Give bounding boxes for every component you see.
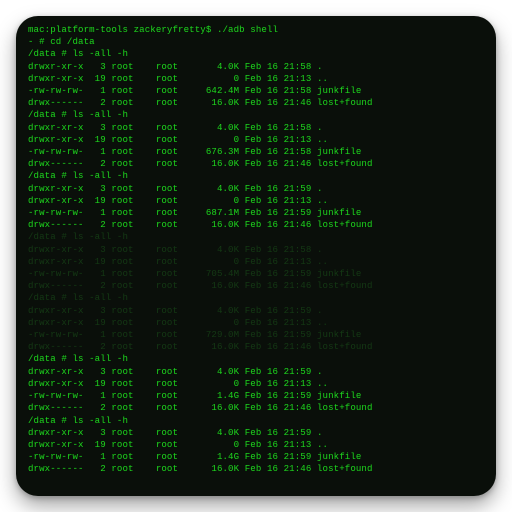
terminal-line: -rw-rw-rw- 1 root root 705.4M Feb 16 21:… <box>28 268 484 280</box>
terminal-line: drwx------ 2 root root 16.0K Feb 16 21:4… <box>28 280 484 292</box>
terminal-line: /data # ls -all -h <box>28 170 484 182</box>
terminal-line: drwx------ 2 root root 16.0K Feb 16 21:4… <box>28 97 484 109</box>
terminal-line: drwxr-xr-x 19 root root 0 Feb 16 21:13 .… <box>28 134 484 146</box>
terminal-output[interactable]: mac:platform-tools zackeryfretty$ ./adb … <box>28 24 484 476</box>
terminal-line: drwxr-xr-x 19 root root 0 Feb 16 21:13 .… <box>28 378 484 390</box>
terminal-line: /data # ls -all -h <box>28 109 484 121</box>
terminal-line: drwx------ 2 root root 16.0K Feb 16 21:4… <box>28 158 484 170</box>
terminal-line: drwxr-xr-x 19 root root 0 Feb 16 21:13 .… <box>28 195 484 207</box>
terminal-line: -rw-rw-rw- 1 root root 729.0M Feb 16 21:… <box>28 329 484 341</box>
terminal-line: drwxr-xr-x 3 root root 4.0K Feb 16 21:59… <box>28 366 484 378</box>
terminal-line: /data # ls -all -h <box>28 231 484 243</box>
terminal-line: /data # ls -all -h <box>28 292 484 304</box>
terminal-line: drwxr-xr-x 3 root root 4.0K Feb 16 21:59… <box>28 183 484 195</box>
terminal-line: /data # ls -all -h <box>28 353 484 365</box>
terminal-line: drwx------ 2 root root 16.0K Feb 16 21:4… <box>28 219 484 231</box>
terminal-line: drwx------ 2 root root 16.0K Feb 16 21:4… <box>28 402 484 414</box>
terminal-line: -rw-rw-rw- 1 root root 1.4G Feb 16 21:59… <box>28 451 484 463</box>
terminal-line: drwxr-xr-x 3 root root 4.0K Feb 16 21:58… <box>28 122 484 134</box>
terminal-line: mac:platform-tools zackeryfretty$ ./adb … <box>28 24 484 36</box>
terminal-line: drwxr-xr-x 3 root root 4.0K Feb 16 21:58… <box>28 244 484 256</box>
terminal-line: -rw-rw-rw- 1 root root 687.1M Feb 16 21:… <box>28 207 484 219</box>
terminal-line: drwx------ 2 root root 16.0K Feb 16 21:4… <box>28 463 484 475</box>
terminal-line: -rw-rw-rw- 1 root root 1.4G Feb 16 21:59… <box>28 390 484 402</box>
terminal-line: drwx------ 2 root root 16.0K Feb 16 21:4… <box>28 341 484 353</box>
terminal-line: - # cd /data <box>28 36 484 48</box>
terminal-line: drwxr-xr-x 19 root root 0 Feb 16 21:13 .… <box>28 317 484 329</box>
terminal-line: drwxr-xr-x 19 root root 0 Feb 16 21:13 .… <box>28 439 484 451</box>
terminal-card[interactable]: mac:platform-tools zackeryfretty$ ./adb … <box>16 16 496 496</box>
terminal-line: drwxr-xr-x 3 root root 4.0K Feb 16 21:58… <box>28 61 484 73</box>
terminal-line: -rw-rw-rw- 1 root root 676.3M Feb 16 21:… <box>28 146 484 158</box>
terminal-line: drwxr-xr-x 19 root root 0 Feb 16 21:13 .… <box>28 256 484 268</box>
terminal-line: -rw-rw-rw- 1 root root 642.4M Feb 16 21:… <box>28 85 484 97</box>
terminal-line: /data # ls -all -h <box>28 415 484 427</box>
terminal-line: drwxr-xr-x 3 root root 4.0K Feb 16 21:59… <box>28 305 484 317</box>
terminal-line: drwxr-xr-x 3 root root 4.0K Feb 16 21:59… <box>28 427 484 439</box>
terminal-line: /data # ls -all -h <box>28 48 484 60</box>
terminal-line: drwxr-xr-x 19 root root 0 Feb 16 21:13 .… <box>28 73 484 85</box>
